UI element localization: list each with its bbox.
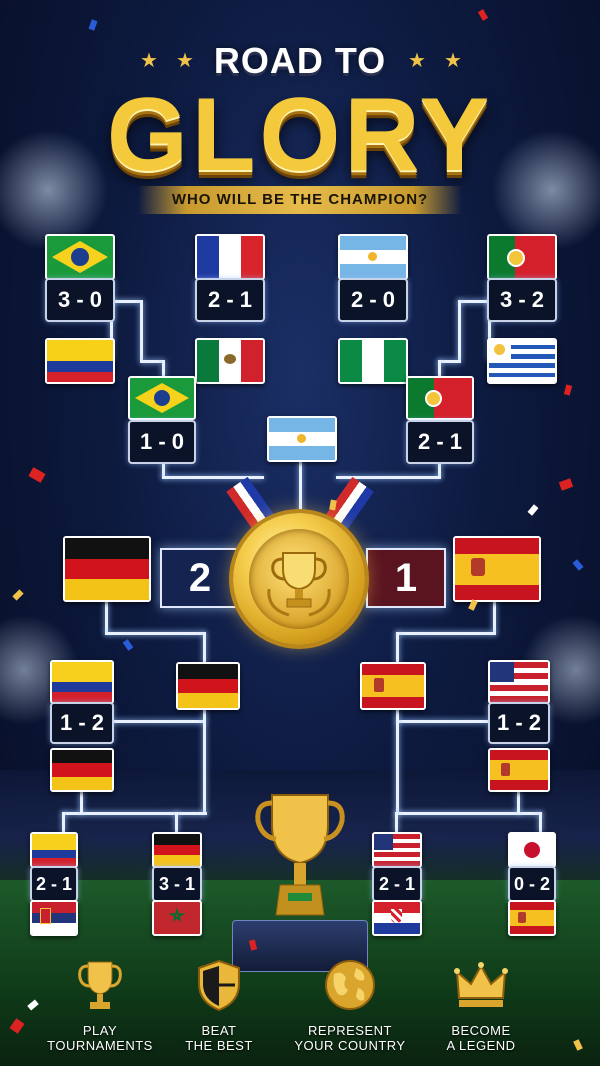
title-glory: GLORY <box>107 77 493 193</box>
feature-become-a-legend: BECOME A LEGEND <box>416 958 546 1053</box>
final-score-right: 1 <box>366 548 446 608</box>
match-score: 3 - 2 <box>487 278 557 322</box>
title-road-to: ROAD TO <box>213 40 387 81</box>
subtitle-banner: WHO WILL BE THE CHAMPION? <box>138 186 462 214</box>
feature-label-line2: YOUR COUNTRY <box>294 1038 406 1053</box>
match-score: 3 - 1 <box>152 866 202 902</box>
match-score: 2 - 1 <box>406 420 474 464</box>
feature-label-line1: BEAT <box>201 1023 237 1038</box>
flag-argentina <box>338 234 408 280</box>
flag-uruguay <box>487 338 557 384</box>
match-score: 0 - 2 <box>508 866 556 902</box>
flag-brazil <box>45 234 115 280</box>
trophy-icon <box>267 552 331 617</box>
flag-brazil <box>128 376 196 420</box>
flag-germany <box>152 832 202 868</box>
flag-spain <box>453 536 541 602</box>
feature-beat-the-best: BEAT THE BEST <box>154 958 284 1053</box>
trophy-icon <box>78 961 122 1009</box>
flag-portugal <box>487 234 557 280</box>
match-score: 2 - 1 <box>372 866 422 902</box>
gold-medal <box>233 513 365 645</box>
feature-label-line1: PLAY <box>82 1023 118 1038</box>
flag-spain <box>488 748 550 792</box>
flag-portugal <box>406 376 474 420</box>
flag-japan <box>508 832 556 868</box>
flag-nigeria <box>338 338 408 384</box>
globe-icon <box>325 960 375 1010</box>
flag-ecuador <box>45 338 115 384</box>
final-score-left: 2 <box>160 548 240 608</box>
shield-icon <box>198 959 240 1012</box>
flag-mexico <box>195 338 265 384</box>
flag-germany <box>176 662 240 710</box>
match-score: 2 - 1 <box>195 278 265 322</box>
feature-label-line2: A LEGEND <box>446 1038 516 1053</box>
match-score: 1 - 2 <box>488 702 550 744</box>
match-score: 1 - 0 <box>128 420 196 464</box>
flag-germany <box>63 536 151 602</box>
flag-colombia <box>30 832 78 868</box>
flag-germany <box>50 748 114 792</box>
match-score: 1 - 2 <box>50 702 114 744</box>
flag-serbia <box>30 900 78 936</box>
feature-label-line2: THE BEST <box>185 1038 253 1053</box>
match-score: 2 - 0 <box>338 278 408 322</box>
feature-label-line1: BECOME <box>451 1023 511 1038</box>
crown-icon <box>454 962 508 1007</box>
match-score: 3 - 0 <box>45 278 115 322</box>
match-score: 2 - 1 <box>30 866 78 902</box>
flag-usa <box>488 660 550 704</box>
feature-represent-your-country: REPRESENT YOUR COUNTRY <box>285 958 415 1053</box>
flag-usa <box>372 832 422 868</box>
flag-colombia <box>50 660 114 704</box>
flag-argentina <box>267 416 337 462</box>
trophy-icon <box>255 794 345 916</box>
feature-play-tournaments: PLAY TOURNAMENTS <box>35 958 165 1053</box>
flag-croatia <box>372 900 422 936</box>
feature-label-line2: TOURNAMENTS <box>47 1038 153 1053</box>
flag-france <box>195 234 265 280</box>
flag-spain <box>360 662 426 710</box>
flag-spain <box>508 900 556 936</box>
flag-morocco <box>152 900 202 936</box>
feature-label-line1: REPRESENT <box>308 1023 392 1038</box>
